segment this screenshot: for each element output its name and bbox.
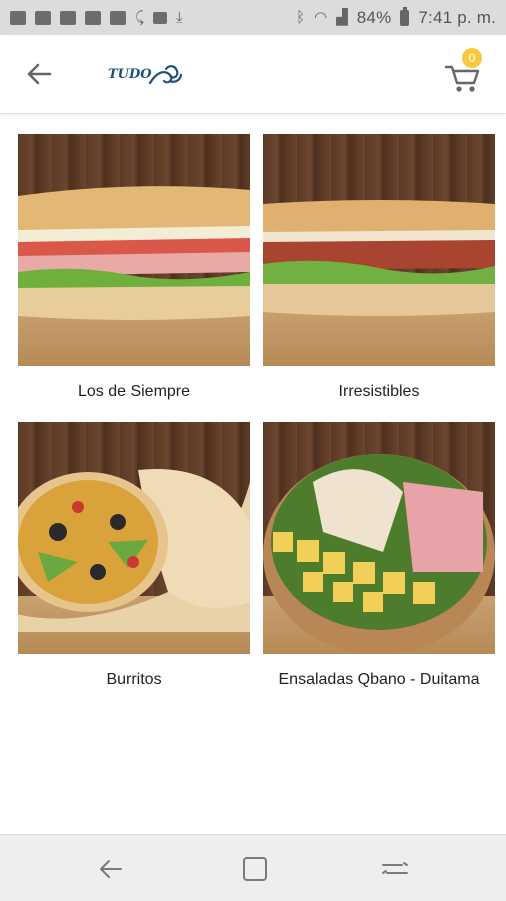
chat-icon	[35, 10, 51, 25]
nav-recents-icon[interactable]	[380, 855, 410, 883]
battery-percent: 84%	[356, 7, 392, 27]
brand-logo: TUDO	[108, 57, 188, 93]
category-label: Ensaladas Qbano - Duitama	[278, 671, 480, 688]
category-label: Burritos	[106, 671, 162, 688]
category-card[interactable]: Ensaladas Qbano - Duitama	[263, 422, 495, 692]
category-image	[18, 422, 250, 654]
missed-call-icon: ⤹	[135, 9, 145, 26]
nav-back-icon[interactable]	[96, 855, 126, 883]
back-arrow-icon[interactable]	[22, 57, 56, 91]
wifi-icon: ◠	[314, 9, 328, 26]
download-icon: ⤓	[176, 9, 183, 26]
status-bar: ⤹ ⤓ ᛒ ◠ ▟ 84% 7:41 p. m.	[0, 0, 506, 35]
clock: 7:41 p. m.	[418, 7, 496, 27]
status-notifications: ⤹ ⤓	[10, 10, 183, 25]
battery-icon	[400, 6, 410, 26]
status-system: ᛒ ◠ ▟ 84% 7:41 p. m.	[296, 6, 496, 28]
cart-count-badge: 0	[462, 48, 482, 68]
system-nav-bar	[0, 834, 506, 901]
nav-home-icon[interactable]	[240, 855, 270, 883]
category-label: Los de Siempre	[77, 383, 191, 400]
app-header: TUDO	[0, 35, 506, 114]
chat-icon	[60, 10, 76, 25]
bluetooth-icon: ᛒ	[296, 9, 306, 26]
chat-icon	[10, 10, 26, 25]
chat-icon	[85, 10, 101, 25]
category-image	[18, 134, 250, 366]
category-image	[263, 422, 495, 654]
category-image	[263, 134, 495, 366]
category-label: Irresistibles	[338, 383, 420, 400]
category-card[interactable]: Irresistibles	[263, 134, 495, 404]
category-card[interactable]: Burritos	[18, 422, 250, 692]
voicemail-icon	[110, 10, 126, 25]
signal-icon: ▟	[336, 9, 348, 26]
image-icon	[153, 11, 168, 24]
category-card[interactable]: Los de Siempre	[18, 134, 250, 404]
brand-logo-text: TUDO	[108, 67, 152, 82]
